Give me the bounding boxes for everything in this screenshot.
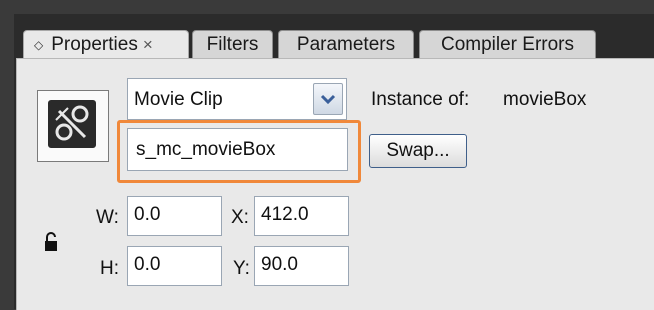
height-label: H:: [100, 258, 119, 279]
symbol-type-value: Movie Clip: [134, 89, 223, 110]
instance-name-input[interactable]: s_mc_movieBox: [127, 128, 348, 171]
close-icon[interactable]: ×: [143, 35, 153, 55]
y-label: Y:: [233, 258, 250, 279]
width-label: W:: [96, 207, 119, 228]
tab-label: Parameters: [296, 33, 396, 55]
x-label: X:: [231, 207, 249, 228]
instance-of-label: Instance of:: [371, 89, 470, 110]
tab-label: Compiler Errors: [440, 33, 575, 55]
tab-parameters[interactable]: Parameters: [278, 30, 414, 58]
width-field[interactable]: 0.0: [127, 196, 222, 236]
tab-compiler-errors[interactable]: Compiler Errors: [419, 30, 596, 58]
instance-of-value: movieBox: [503, 89, 587, 110]
tab-label: Filters: [206, 33, 259, 55]
x-field[interactable]: 412.0: [254, 196, 349, 236]
movie-clip-symbol-icon: [37, 90, 109, 162]
chevron-down-icon[interactable]: [313, 83, 343, 115]
lock-icon[interactable]: [44, 232, 58, 257]
tab-filters[interactable]: Filters: [192, 30, 273, 58]
tab-label: Properties: [51, 34, 138, 55]
tab-properties[interactable]: ◇ Properties ×: [23, 30, 189, 59]
symbol-type-select[interactable]: Movie Clip: [127, 78, 347, 120]
swap-button[interactable]: Swap...: [369, 134, 467, 168]
diamond-icon: ◇: [34, 38, 44, 52]
height-field[interactable]: 0.0: [127, 246, 222, 286]
y-field[interactable]: 90.0: [254, 246, 349, 286]
